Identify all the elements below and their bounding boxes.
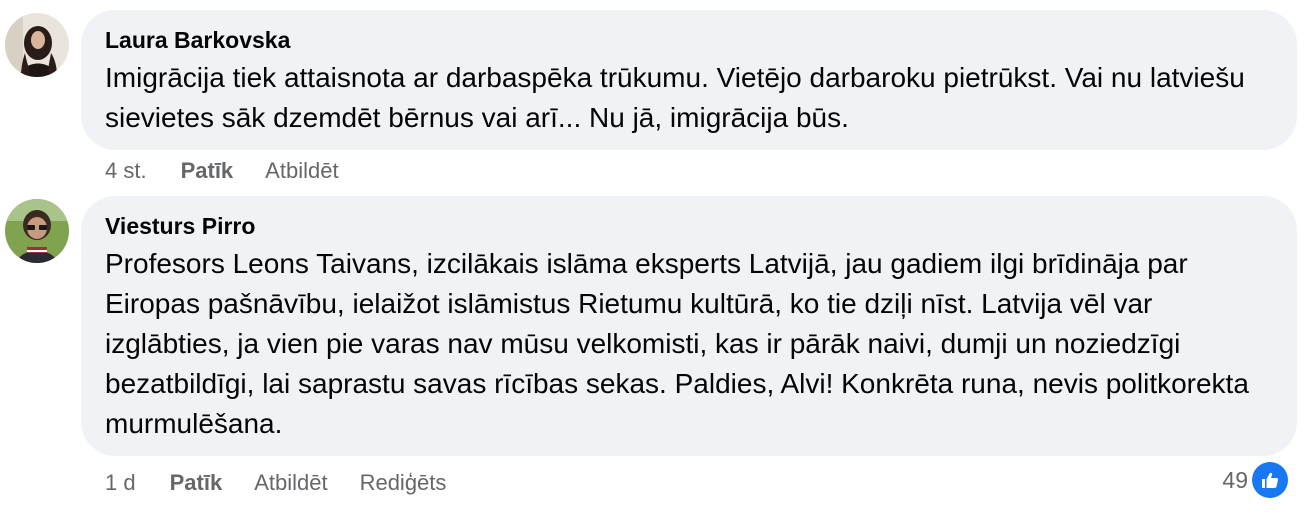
reaction-count: 49 [1222,466,1248,493]
edited-label[interactable]: Rediģēts [360,469,447,497]
avatar[interactable] [5,13,69,77]
reply-button[interactable]: Atbildēt [265,157,338,185]
comment-timestamp[interactable]: 1 d [105,469,136,497]
avatar-photo-icon [5,199,69,263]
comment-timestamp[interactable]: 4 st. [105,157,147,185]
reply-button[interactable]: Atbildēt [254,469,327,497]
like-button[interactable]: Patīk [181,157,234,185]
comment-author[interactable]: Laura Barkovska [105,26,1273,54]
avatar[interactable] [5,199,69,263]
thumbs-up-icon [1252,462,1288,498]
avatar-photo-icon [5,13,69,77]
comment-text: Imigrācija tiek attaisnota ar darbaspēka… [105,62,1245,133]
comment-actions: 4 st. Patīk Atbildēt [105,157,371,185]
comment-bubble: Laura Barkovska Imigrācija tiek attaisno… [81,10,1297,150]
comment-text: Profesors Leons Taivans, izcilākais islā… [105,248,1249,439]
comment-actions: 1 d Patīk Atbildēt Rediģēts [105,469,446,497]
like-button[interactable]: Patīk [170,469,223,497]
reaction-summary[interactable]: 49 [1222,462,1288,498]
comment-bubble: Viesturs Pirro Profesors Leons Taivans, … [81,196,1297,456]
comment-author[interactable]: Viesturs Pirro [105,212,1273,240]
